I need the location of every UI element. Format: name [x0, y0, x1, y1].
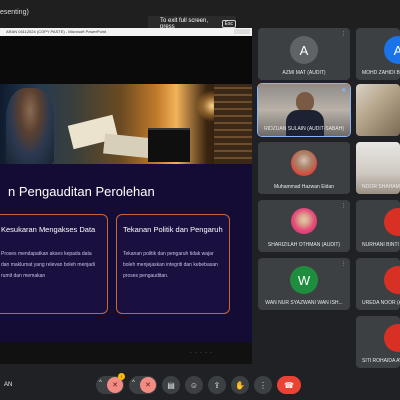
video-head: [296, 92, 314, 112]
card-title: Tekanan Politik dan Pengaruh: [123, 225, 223, 234]
card-title: Kesukaran Mengakses Data: [1, 225, 96, 234]
presentation-slide: n Pengauditan Perolehan Kesukaran Mengak…: [0, 84, 252, 342]
card-body: Proses mendapatkan akses kepada data dan…: [1, 251, 95, 279]
participant-name: MOHD ZAHIDI B: [362, 70, 400, 76]
avatar: A: [290, 36, 318, 64]
window-title: esenting): [0, 9, 29, 16]
captions-icon: ▤: [167, 380, 175, 390]
participant-name: AZMI MAT (AUDIT): [282, 70, 326, 76]
avatar: [384, 208, 400, 236]
participant-name: SITI ROHAIDA AW: [362, 358, 400, 364]
notification-badge: !: [118, 373, 125, 380]
end-call-button[interactable]: ☎: [277, 376, 301, 394]
window-controls: [234, 29, 250, 34]
avatar: [291, 150, 317, 176]
participant-name: WAN NUR SYAZWANI WAN ISH...: [265, 300, 343, 306]
emoji-icon: ☺: [189, 380, 199, 390]
mic-toggle-button[interactable]: ^ ✕ !: [96, 373, 125, 394]
photo-laptop: [148, 128, 190, 162]
participant-tile[interactable]: NURHANI BINTI: [356, 200, 400, 252]
avatar: [291, 208, 317, 234]
participant-tile[interactable]: [356, 84, 400, 136]
chevron-up-icon[interactable]: ^: [132, 380, 135, 386]
present-icon: ⇪: [213, 380, 221, 390]
speaking-icon: ◉: [341, 87, 346, 93]
avatar: [384, 324, 400, 352]
participant-name: RIDZUAN SULAIN (AUDIT-SABAH): [264, 126, 344, 132]
shared-taskbar: · · · · ·: [0, 342, 252, 364]
more-options-button[interactable]: ⋮: [254, 376, 272, 394]
slide-photo: [0, 84, 252, 164]
powerpoint-title: ARAN 04112024 (COPY PASTE) - Microsoft P…: [6, 29, 107, 34]
taskbar-tray: · · · · ·: [190, 350, 213, 356]
shared-screen: ARAN 04112024 (COPY PASTE) - Microsoft P…: [0, 28, 252, 364]
esc-key: Esc: [221, 20, 236, 28]
raise-hand-button[interactable]: ✋: [231, 376, 249, 394]
mic-off-icon: ⋮: [341, 31, 346, 37]
mic-off-icon: ⋮: [341, 203, 346, 209]
avatar: A: [384, 36, 400, 64]
participant-tile[interactable]: Muhammad Hazwan Eidan: [258, 142, 350, 194]
slide-card-data-access: Kesukaran Mengakses Data Proses mendapat…: [0, 214, 108, 314]
slide-heading: n Pengauditan Perolehan: [8, 184, 155, 199]
participant-name: NOOR SHAHAM: [362, 184, 400, 190]
powerpoint-titlebar: ARAN 04112024 (COPY PASTE) - Microsoft P…: [0, 28, 252, 36]
chevron-up-icon[interactable]: ^: [99, 380, 102, 386]
camera-toggle-button[interactable]: ^ ✕: [129, 376, 157, 394]
avatar: W: [290, 266, 318, 294]
participant-tile[interactable]: ⋮ A AZMI MAT (AUDIT): [258, 28, 350, 80]
avatar: [384, 266, 400, 294]
call-controls: ^ ✕ ! ^ ✕ ▤ ☺ ⇪ ✋ ⋮ ☎: [96, 373, 301, 396]
raise-hand-icon: ✋: [235, 380, 245, 390]
participant-tile-speaking[interactable]: ◉ RIDZUAN SULAIN (AUDIT-SABAH): [257, 83, 351, 137]
participant-tile[interactable]: SITI ROHAIDA AW: [356, 316, 400, 368]
presenter-name: AN: [4, 382, 13, 388]
photo-shelf: [214, 84, 252, 164]
mic-off-icon: ⋮: [341, 261, 346, 267]
card-body: Tekanan politik dan pengaruh tidak wajar…: [123, 251, 218, 279]
video-body: [286, 110, 324, 136]
end-call-icon: ☎: [284, 380, 294, 390]
emoji-button[interactable]: ☺: [185, 376, 203, 394]
camera-off-icon: ✕: [140, 377, 156, 393]
photo-person: [6, 88, 54, 164]
participant-tile[interactable]: A MOHD ZAHIDI B: [356, 28, 400, 80]
participant-tile[interactable]: ⋮ SHARIZILAH OTHMAN (AUDIT): [258, 200, 350, 252]
participant-name: Muhammad Hazwan Eidan: [273, 184, 335, 190]
participant-name: UREDA NOOR (A: [362, 300, 400, 306]
participant-name: SHARIZILAH OTHMAN (AUDIT): [267, 242, 341, 248]
participant-tile[interactable]: UREDA NOOR (A: [356, 258, 400, 310]
participant-name: NURHANI BINTI: [362, 242, 399, 248]
participant-video: [356, 84, 400, 136]
more-options-icon: ⋮: [259, 380, 267, 390]
participant-tile[interactable]: NOOR SHAHAM: [356, 142, 400, 194]
participant-tile[interactable]: ⋮ W WAN NUR SYAZWANI WAN ISH...: [258, 258, 350, 310]
captions-button[interactable]: ▤: [162, 376, 180, 394]
slide-card-political-pressure: Tekanan Politik dan Pengaruh Tekanan pol…: [116, 214, 230, 314]
present-button[interactable]: ⇪: [208, 376, 226, 394]
